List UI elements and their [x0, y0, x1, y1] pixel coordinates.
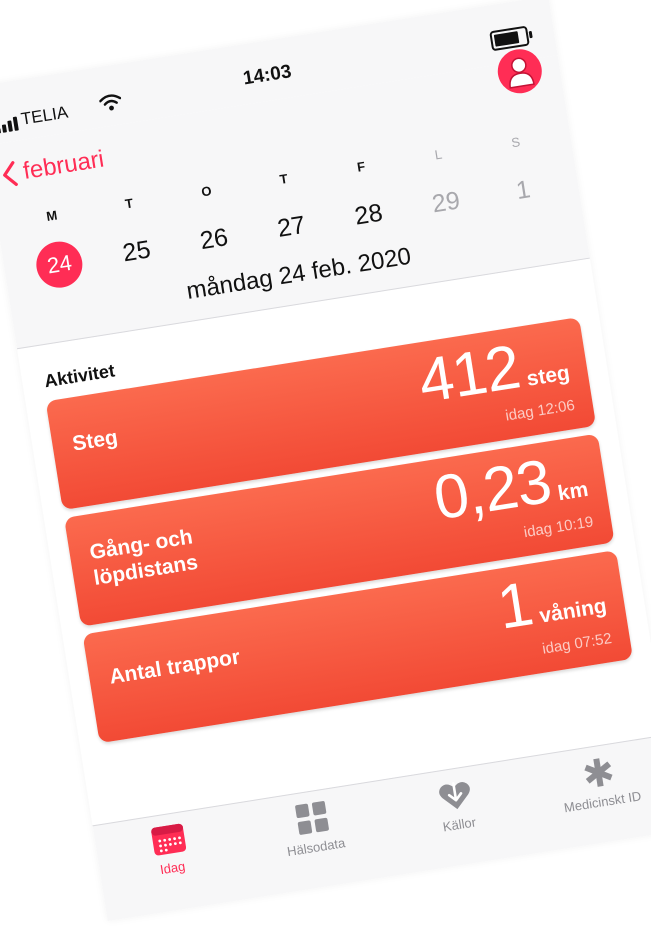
weekday-label: L — [433, 146, 444, 163]
date-number: 27 — [275, 210, 308, 243]
weekday-label: S — [510, 134, 522, 151]
date-cell-selected[interactable]: 24 — [17, 234, 102, 294]
date-number: 1 — [514, 175, 533, 206]
tab-bar: Idag Hälsodata Källor Medicinskt ID — [92, 734, 651, 922]
chevron-left-icon — [3, 161, 18, 186]
date-cell[interactable]: 29 — [404, 173, 489, 233]
date-cell[interactable]: 26 — [172, 209, 257, 269]
weekday-label: M — [45, 207, 59, 224]
back-button-label: februari — [21, 145, 106, 185]
calendar-icon — [150, 823, 186, 856]
card-value-unit: steg — [525, 361, 572, 391]
activity-cards: Steg 412 steg idag 12:06 Gång- och löpdi… — [45, 317, 635, 751]
battery-level — [493, 31, 520, 47]
section-title: Aktivitet — [42, 360, 117, 392]
tab-halsodata[interactable]: Hälsodata — [236, 781, 394, 899]
date-number: 25 — [120, 235, 153, 268]
date-cell[interactable]: 1 — [481, 160, 566, 220]
tab-medicinskt-id[interactable]: Medicinskt ID — [522, 736, 651, 854]
tab-label: Källor — [441, 814, 477, 835]
tab-kallor[interactable]: Källor — [379, 758, 537, 876]
card-value-unit: km — [556, 477, 590, 506]
date-cell[interactable]: 27 — [249, 197, 334, 257]
heart-download-icon — [438, 782, 470, 810]
battery-icon — [489, 25, 530, 52]
card-title: Steg — [70, 425, 120, 456]
person-icon — [509, 57, 535, 89]
weekday-label: T — [278, 170, 289, 188]
card-value-number: 412 — [414, 332, 525, 417]
weekday-label: T — [123, 195, 135, 212]
date-number: 29 — [430, 186, 462, 219]
card-value-unit: våning — [537, 594, 609, 628]
date-number: 26 — [198, 223, 230, 256]
grid-icon — [294, 801, 329, 835]
tab-idag[interactable]: Idag — [93, 804, 251, 922]
tab-label: Hälsodata — [286, 835, 347, 860]
asterisk-icon — [583, 758, 613, 787]
date-cell[interactable]: 25 — [94, 222, 179, 282]
screen: TELIA 14:03 februari M T O T F L S 24 25… — [0, 0, 651, 930]
card-value: 1 våning — [493, 557, 610, 644]
card-title: Gång- och löpdistans — [88, 525, 200, 590]
card-title: Antal trappor — [107, 645, 242, 689]
weekday-label: O — [200, 183, 213, 200]
date-number: 24 — [33, 238, 86, 291]
date-number: 28 — [352, 198, 385, 231]
date-cell[interactable]: 28 — [326, 185, 411, 245]
tab-label: Idag — [158, 858, 187, 878]
back-button[interactable]: februari — [0, 146, 106, 190]
weekday-label: F — [355, 158, 367, 175]
health-app: TELIA 14:03 februari M T O T F L S 24 25… — [0, 0, 651, 922]
card-value-number: 1 — [493, 569, 537, 643]
tab-label: Medicinskt ID — [562, 788, 643, 816]
